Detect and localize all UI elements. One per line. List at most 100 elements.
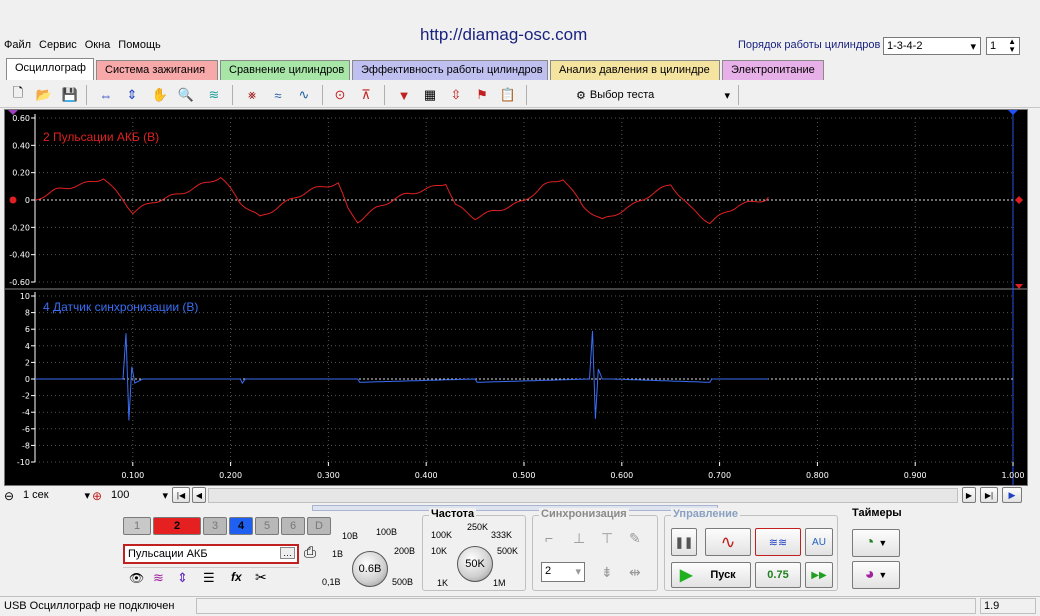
new-file-icon[interactable]: 🗋 (8, 85, 28, 105)
y-tick-label: -10 (17, 458, 30, 467)
menu-file[interactable]: Файл (0, 36, 35, 54)
zoom-value: 100 (111, 489, 130, 501)
open-folder-icon[interactable]: 📂 (34, 85, 54, 105)
frequency-knob[interactable]: 50K (457, 546, 493, 582)
status-bar: USB Осциллограф не подключен 1.9 (0, 596, 1040, 616)
channel-button-1[interactable]: 1 (123, 517, 151, 535)
x-tick-label: 0.700 (708, 471, 731, 480)
sync-title: Синхронизация (539, 508, 629, 520)
cylinder-count-spinner[interactable]: 1 ▲ ▼ (986, 37, 1020, 55)
eye-icon[interactable]: 👁 (129, 571, 144, 585)
split-icon[interactable]: ⇳ (446, 85, 466, 105)
channel-button-D[interactable]: D (307, 517, 331, 535)
sine-mode-button[interactable]: ∿ (705, 528, 751, 556)
channel-button-6[interactable]: 6 (281, 517, 305, 535)
zero-icon[interactable]: ⊼ (356, 85, 376, 105)
menu-windows[interactable]: Окна (81, 36, 115, 54)
function-icon[interactable]: fx (231, 570, 242, 584)
first-button[interactable]: |◀ (172, 487, 190, 503)
horizontal-scrollbar[interactable] (208, 488, 958, 503)
chevron-down-icon: ▾ (970, 41, 976, 53)
y-tick-label: -0.60 (9, 278, 30, 287)
scroll-right-button[interactable]: ▶ (962, 487, 976, 503)
sync-group: Синхронизация ⌐ ⊥ ⊤ ✎ 2 ▾ ⇟ ⇹ (532, 508, 658, 591)
pause-button[interactable]: ❚❚ (671, 528, 697, 556)
wave-icon[interactable]: ∿ (294, 85, 314, 105)
tab-2[interactable]: Система зажигания (96, 60, 218, 80)
cursor-icon[interactable]: ⇔ (96, 85, 116, 105)
channel-button-3[interactable]: 3 (203, 517, 227, 535)
updown-icon[interactable]: ⇕ (177, 570, 188, 586)
channel-group: 123456D Пульсации АКБ … ⎙ 👁 ≋ ⇕ ☰ fx ✂ (120, 511, 332, 591)
timer-button-1[interactable]: ◔ ▼ (852, 529, 900, 557)
zoom-out-icon[interactable]: ⊖ (4, 489, 14, 503)
filter-icon[interactable]: ≈ (268, 85, 288, 105)
invert-icon[interactable]: ≋ (153, 570, 164, 586)
auto-run-button[interactable]: ▶▶ (805, 562, 833, 588)
zoom-select[interactable]: 100 ▾ (108, 487, 168, 505)
table-icon[interactable]: ▦ (420, 85, 440, 105)
zoom-in-icon[interactable]: ⊕ (92, 489, 102, 503)
last-button[interactable]: ▶| (980, 487, 998, 503)
scroll-left-button[interactable]: ◀ (192, 487, 206, 503)
tools-icon[interactable]: ✂ (255, 569, 267, 586)
y-tick-label: -6 (22, 425, 30, 434)
y-tick-label: 2 (25, 358, 30, 367)
sync-channel-select[interactable]: 2 ▾ (541, 562, 585, 582)
tab-5[interactable]: Анализ давления в цилиндре (550, 60, 720, 80)
menu-service[interactable]: Сервис (35, 36, 81, 54)
trace-1 (34, 176, 769, 225)
channel-name-field[interactable]: Пульсации АКБ… (123, 544, 299, 564)
rising-edge-icon[interactable]: ⌐ (545, 530, 553, 546)
control-group: Управление ❚❚ ∿ ≋≋ AU ▶ Пуск 0.75 ▶▶ (664, 508, 838, 591)
trace-2 (35, 330, 769, 421)
tab-bar: Осциллограф Система зажигания Сравнение ци… (6, 58, 1036, 80)
notes-icon[interactable]: 📋 (498, 85, 518, 105)
play-button[interactable]: ▶ (1002, 487, 1022, 503)
save-icon[interactable]: 💾 (60, 85, 80, 105)
channel-2-offset-marker (9, 196, 17, 204)
cursor-marker-right (1008, 110, 1018, 115)
sync-center-icon[interactable]: ⇹ (629, 564, 641, 581)
fit-icon[interactable]: ≋ (204, 85, 224, 105)
hand-icon[interactable]: ✋ (150, 85, 170, 105)
y-tick-label: -4 (22, 408, 30, 417)
cylinder-order-value: 1-3-4-2 (887, 40, 923, 52)
auto-icon[interactable]: ⊙ (330, 85, 350, 105)
fft-icon[interactable]: ⨳ (242, 85, 262, 105)
sync-level-icon[interactable]: ⇟ (601, 564, 613, 581)
time-scale-select[interactable]: 1 сек ▾ (20, 487, 90, 505)
channel-settings-icon[interactable]: ⎙ (304, 544, 316, 561)
noise-mode-button[interactable]: ≋≋ (755, 528, 801, 556)
oscilloscope-display[interactable]: 0.60 0.40 0.20 0 -0.20 -0.40 -0.60 10 8 6 4 2 0 -2 -4-… (4, 109, 1028, 486)
auto-button[interactable]: AU (805, 528, 833, 556)
edge-up-icon[interactable]: ⊥ (573, 530, 585, 547)
channel-button-5[interactable]: 5 (255, 517, 279, 535)
tab-1[interactable]: Осциллограф (6, 58, 94, 80)
voltage-value: 0.6В (358, 563, 382, 575)
cylinder-order-select[interactable]: 1-3-4-2 ▾ (883, 37, 981, 55)
auto-sync-icon[interactable]: ✎ (629, 530, 641, 547)
channel-button-2[interactable]: 2 (153, 517, 201, 535)
voltage-knob[interactable]: 0.6В (352, 551, 388, 587)
timer-icon: ◔ (864, 534, 875, 551)
tab-3[interactable]: Сравнение цилиндров (220, 60, 350, 80)
gear-icon: ⚙ (576, 89, 586, 102)
start-button[interactable]: ▶ Пуск (671, 562, 751, 588)
y-tick-label: 0.40 (12, 141, 30, 150)
funnel-icon[interactable]: ▼ (394, 85, 414, 105)
lines-icon[interactable]: ☰ (203, 570, 215, 586)
vertical-cursor-icon[interactable]: ⇕ (122, 85, 142, 105)
channel-button-4[interactable]: 4 (229, 517, 253, 535)
level-button[interactable]: 0.75 (755, 562, 801, 588)
zoom-icon[interactable]: 🔍 (176, 85, 196, 105)
timer-button-2[interactable]: ◕ ▼ (852, 561, 900, 589)
noise-wave-icon: ≋≋ (768, 536, 788, 549)
more-icon[interactable]: … (280, 547, 295, 559)
menu-help[interactable]: Помощь (114, 36, 165, 54)
flag-icon[interactable]: ⚑ (472, 85, 492, 105)
tab-6[interactable]: Электропитание (722, 60, 824, 80)
tab-4[interactable]: Эффективность работы цилиндров (352, 60, 548, 80)
edge-down-icon[interactable]: ⊤ (601, 530, 613, 547)
test-select[interactable]: ⚙ Выбор теста ▾ (576, 85, 736, 105)
